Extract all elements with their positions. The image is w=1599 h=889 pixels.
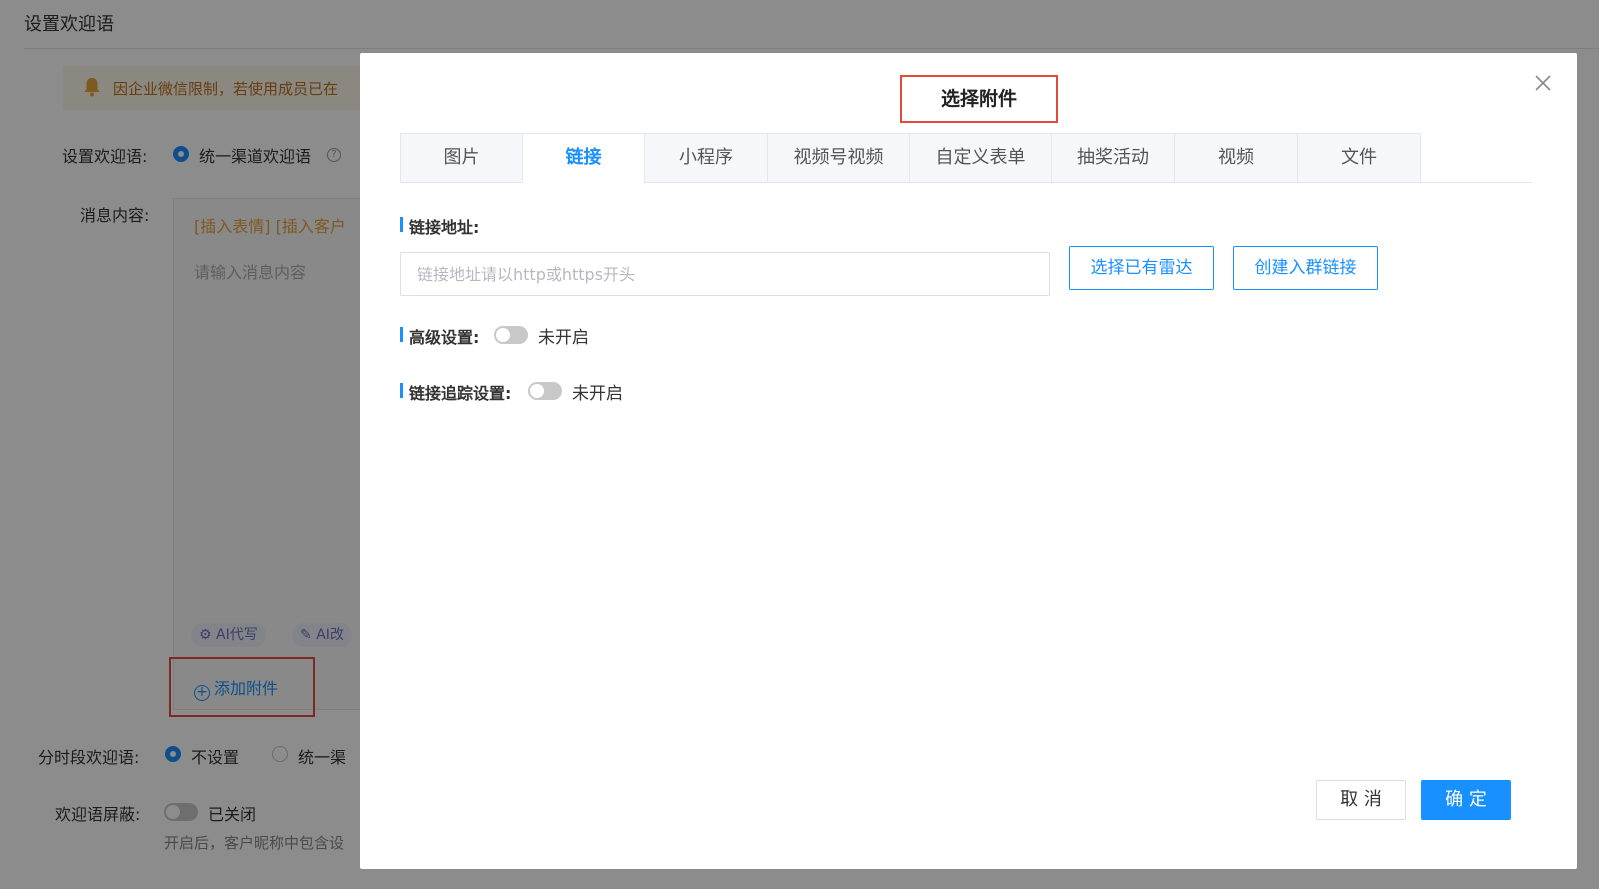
tab-image[interactable]: 图片 [400,133,523,183]
tab-custom-form[interactable]: 自定义表单 [909,133,1052,183]
tab-channel-video[interactable]: 视频号视频 [767,133,910,183]
tracking-label: 链接追踪设置: [400,380,511,404]
select-attachment-dialog: 选择附件 图片 链接 小程序 视频号视频 自定义表单 抽奖活动 视频 文件 链接… [360,53,1577,869]
confirm-button[interactable]: 确 定 [1421,780,1511,820]
advanced-status: 未开启 [538,328,589,348]
advanced-switch[interactable] [494,326,528,344]
attachment-tabs: 图片 链接 小程序 视频号视频 自定义表单 抽奖活动 视频 文件 [400,133,1532,183]
tab-lottery[interactable]: 抽奖活动 [1051,133,1175,183]
url-label: 链接地址: [400,214,479,238]
cancel-button[interactable]: 取 消 [1316,780,1406,820]
create-group-link-button[interactable]: 创建入群链接 [1233,246,1378,290]
url-input[interactable] [400,252,1050,296]
tracking-status: 未开启 [572,384,623,404]
tab-miniprogram[interactable]: 小程序 [644,133,768,183]
dialog-title: 选择附件 [900,75,1058,123]
tracking-switch[interactable] [528,382,562,400]
tab-video[interactable]: 视频 [1174,133,1298,183]
tab-link[interactable]: 链接 [522,133,645,183]
close-icon[interactable] [1533,73,1553,93]
tab-file[interactable]: 文件 [1297,133,1421,183]
select-radar-button[interactable]: 选择已有雷达 [1069,246,1214,290]
advanced-label: 高级设置: [400,324,479,348]
